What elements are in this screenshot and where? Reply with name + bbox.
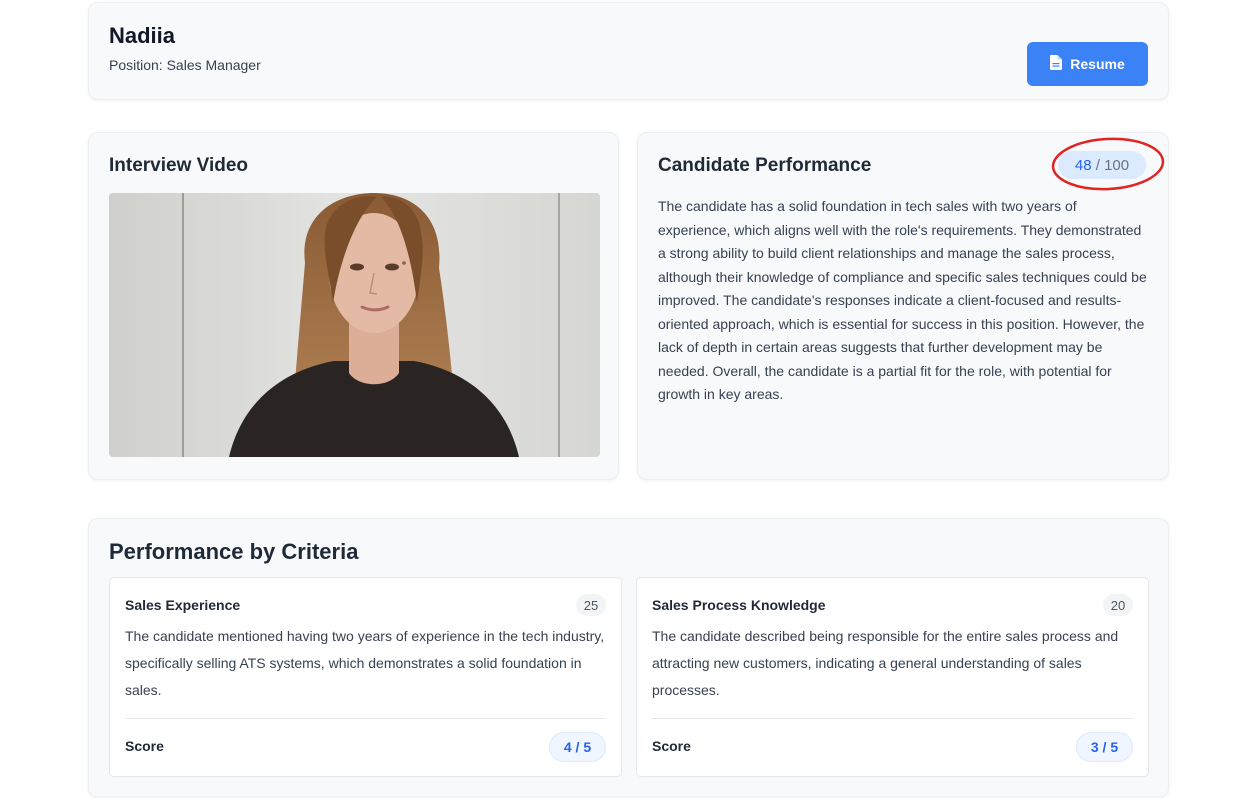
criterion-card-sales-process-knowledge: Sales Process Knowledge 20 The candidate…: [636, 577, 1149, 777]
resume-button[interactable]: Resume: [1027, 42, 1148, 86]
criterion-score-label: Score: [125, 738, 164, 754]
criterion-score-badge: 4 / 5: [549, 732, 606, 762]
criterion-description: The candidate mentioned having two years…: [125, 628, 605, 698]
candidate-video-frame: [109, 193, 600, 457]
criterion-score-label: Score: [652, 738, 691, 754]
criterion-divider: [652, 718, 1133, 719]
criterion-card-sales-experience: Sales Experience 25 The candidate mentio…: [109, 577, 622, 777]
highlight-circle-annotation: [1051, 137, 1165, 191]
criterion-weight-badge: 25: [576, 594, 606, 616]
candidate-performance-card: Candidate Performance 48 / 100 The candi…: [637, 132, 1169, 480]
interview-video-player[interactable]: [109, 193, 600, 457]
criterion-name: Sales Experience: [125, 597, 241, 613]
candidate-header: Nadiia Position: Sales Manager Resume: [88, 2, 1169, 100]
candidate-name: Nadiia: [109, 23, 176, 48]
criterion-score-badge: 3 / 5: [1076, 732, 1133, 762]
interview-video-title: Interview Video: [109, 155, 249, 176]
resume-button-label: Resume: [1070, 56, 1125, 72]
candidate-performance-title: Candidate Performance: [658, 155, 872, 176]
performance-summary: The candidate has a solid foundation in …: [658, 198, 1147, 402]
criterion-divider: [125, 718, 606, 719]
performance-by-criteria-card: Performance by Criteria Sales Experience…: [88, 518, 1169, 798]
criterion-description: The candidate described being responsibl…: [652, 628, 1119, 698]
criterion-name: Sales Process Knowledge: [652, 597, 826, 613]
interview-video-card: Interview Video: [88, 132, 619, 480]
document-icon: [1050, 55, 1063, 73]
candidate-position: Position: Sales Manager: [109, 57, 261, 73]
criterion-weight-badge: 20: [1103, 594, 1133, 616]
criteria-section-title: Performance by Criteria: [109, 539, 359, 564]
